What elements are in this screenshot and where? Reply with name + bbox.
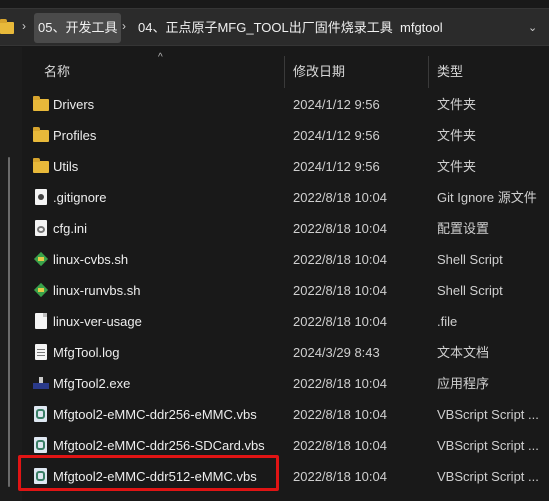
breadcrumb-item-dev-tools[interactable]: 05、开发工具 [34,13,122,43]
column-header-date[interactable]: 修改日期 [293,58,423,86]
file-icon [35,313,47,329]
file-row-ddr256-emmc-vbs[interactable]: Mfgtool2-eMMC-ddr256-eMMC.vbs 2022/8/18 … [24,399,549,430]
navigation-pane-edge [0,47,22,501]
file-date: 2022/8/18 10:04 [293,314,387,329]
file-name: linux-cvbs.sh [53,252,129,267]
chevron-right-icon: › [384,19,388,33]
file-name: linux-runvbs.sh [53,283,141,298]
file-type: Shell Script [437,283,503,298]
folder-icon [33,96,49,111]
file-name: cfg.ini [53,221,87,236]
file-type: Shell Script [437,252,503,267]
breadcrumb-item-mfg-tool[interactable]: 04、正点原子MFG_TOOL出厂固件烧录工具 [134,13,397,43]
file-type: 文本文档 [437,345,490,360]
file-type: 文件夹 [437,97,477,112]
file-row-profiles[interactable]: Profiles 2024/1/12 9:56 文件夹 [24,120,549,151]
file-type: .file [437,314,458,329]
vbscript-icon [34,437,47,453]
file-row-gitignore[interactable]: .gitignore 2022/8/18 10:04 Git Ignore 源文… [24,182,549,213]
file-type: VBScript Script ... [437,438,539,453]
file-name: .gitignore [53,190,107,205]
file-row-mfgtool2-exe[interactable]: MfgTool2.exe 2022/8/18 10:04 应用程序 [24,368,549,399]
file-type: 文件夹 [437,159,477,174]
file-row-linux-ver-usage[interactable]: linux-ver-usage 2022/8/18 10:04 .file [24,306,549,337]
column-divider[interactable] [284,56,285,88]
folder-icon [33,127,49,142]
file-type: 应用程序 [437,376,490,391]
file-date: 2022/8/18 10:04 [293,221,387,236]
column-divider[interactable] [428,56,429,88]
file-name: Profiles [53,128,97,143]
folder-icon [33,158,49,173]
file-name: Drivers [53,97,95,112]
file-name: MfgTool2.exe [53,376,131,391]
shell-script-icon [33,251,49,267]
file-name: linux-ver-usage [53,314,142,329]
file-date: 2022/8/18 10:04 [293,438,387,453]
file-name: Mfgtool2-eMMC-ddr256-eMMC.vbs [53,407,257,422]
text-file-icon [35,344,47,360]
file-row-mfgtool-log[interactable]: MfgTool.log 2024/3/29 8:43 文本文档 [24,337,549,368]
column-header-type[interactable]: 类型 [437,58,547,86]
file-date: 2022/8/18 10:04 [293,469,387,484]
file-row-cfg-ini[interactable]: cfg.ini 2022/8/18 10:04 配置设置 [24,213,549,244]
file-row-utils[interactable]: Utils 2024/1/12 9:56 文件夹 [24,151,549,182]
file-date: 2022/8/18 10:04 [293,407,387,422]
file-date: 2022/8/18 10:04 [293,252,387,267]
file-name: MfgTool.log [53,345,120,360]
file-date: 2024/1/12 9:56 [293,97,380,112]
file-type: VBScript Script ... [437,407,539,422]
scrollbar[interactable] [8,157,10,487]
file-date: 2022/8/18 10:04 [293,376,387,391]
highlight-box [18,455,279,491]
file-type: 文件夹 [437,128,477,143]
file-row-linux-cvbs[interactable]: linux-cvbs.sh 2022/8/18 10:04 Shell Scri… [24,244,549,275]
address-bar[interactable]: › 05、开发工具 › 04、正点原子MFG_TOOL出厂固件烧录工具 › mf… [0,8,549,46]
column-header-name[interactable]: 名称 [44,58,284,86]
file-date: 2024/3/29 8:43 [293,345,380,360]
chevron-right-icon: › [22,19,26,33]
chevron-down-icon[interactable]: ⌄ [528,21,537,34]
file-name: Utils [53,159,79,174]
application-icon [33,375,49,391]
chevron-right-icon: › [122,19,126,33]
git-file-icon [35,189,47,205]
file-type: VBScript Script ... [437,469,539,484]
file-date: 2024/1/12 9:56 [293,159,380,174]
file-date: 2022/8/18 10:04 [293,283,387,298]
file-date: 2024/1/12 9:56 [293,128,380,143]
folder-icon [0,19,14,34]
file-row-linux-runvbs[interactable]: linux-runvbs.sh 2022/8/18 10:04 Shell Sc… [24,275,549,306]
shell-script-icon [33,282,49,298]
file-type: 配置设置 [437,221,490,236]
settings-file-icon [35,220,47,236]
breadcrumb-item-mfgtool[interactable]: mfgtool [396,13,447,43]
file-date: 2022/8/18 10:04 [293,190,387,205]
file-type: Git Ignore 源文件 [437,190,537,205]
file-row-drivers[interactable]: Drivers 2024/1/12 9:56 文件夹 [24,89,549,120]
vbscript-icon [34,406,47,422]
